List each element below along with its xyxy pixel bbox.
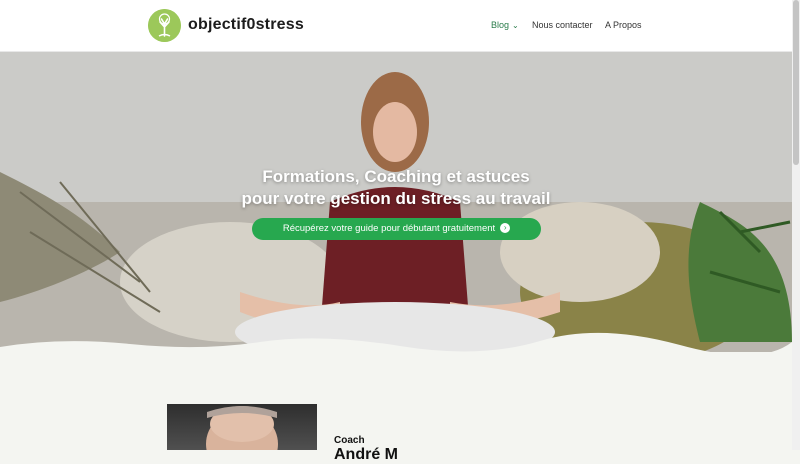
hero-banner: Formations, Coaching et astuces pour vot… <box>0 52 792 352</box>
logo-tree-icon[interactable] <box>148 9 181 42</box>
cta-label: Récupérez votre guide pour débutant grat… <box>282 223 496 234</box>
arrow-right-circle-icon: › <box>500 223 511 234</box>
nav-item-label: Blog <box>491 20 510 30</box>
coach-portrait-image <box>206 406 278 450</box>
chevron-down-icon: ⌄ <box>512 21 519 30</box>
site-brand[interactable]: objectif0stress <box>188 16 304 34</box>
scrollbar-thumb[interactable] <box>793 0 799 165</box>
nav-item-about[interactable]: A Propos <box>605 20 642 30</box>
site-header: objectif0stress Blog ⌄ Nous contacter A P… <box>0 0 792 52</box>
coach-label: Coach <box>334 435 365 446</box>
coach-name: André M <box>334 446 398 463</box>
coach-photo <box>167 404 317 450</box>
vertical-scrollbar[interactable] <box>792 0 800 450</box>
free-guide-button[interactable]: Récupérez votre guide pour débutant grat… <box>252 218 541 240</box>
hero-title-line1: Formations, Coaching et astuces <box>262 167 530 186</box>
nav-item-blog[interactable]: Blog ⌄ <box>491 20 519 30</box>
nav-item-contact[interactable]: Nous contacter <box>532 20 593 30</box>
hero-title-line2: pour votre gestion du stress au travail <box>241 189 551 208</box>
